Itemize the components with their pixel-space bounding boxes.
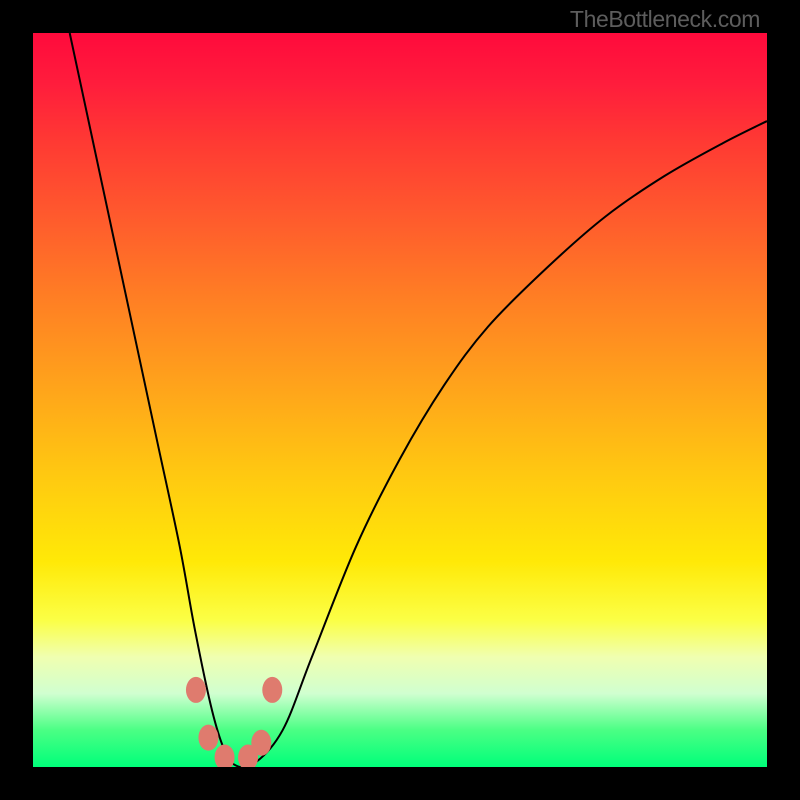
plot-svg	[33, 33, 767, 767]
curve-marker	[198, 725, 218, 751]
chart-container: TheBottleneck.com	[0, 0, 800, 800]
curve-marker	[215, 744, 235, 767]
curve-marker	[262, 677, 282, 703]
attribution-text: TheBottleneck.com	[570, 6, 760, 33]
curve-marker	[251, 730, 271, 756]
curve-marker	[186, 677, 206, 703]
bottleneck-curve	[70, 33, 767, 767]
plot-area	[33, 33, 767, 767]
curve-markers	[186, 677, 282, 767]
